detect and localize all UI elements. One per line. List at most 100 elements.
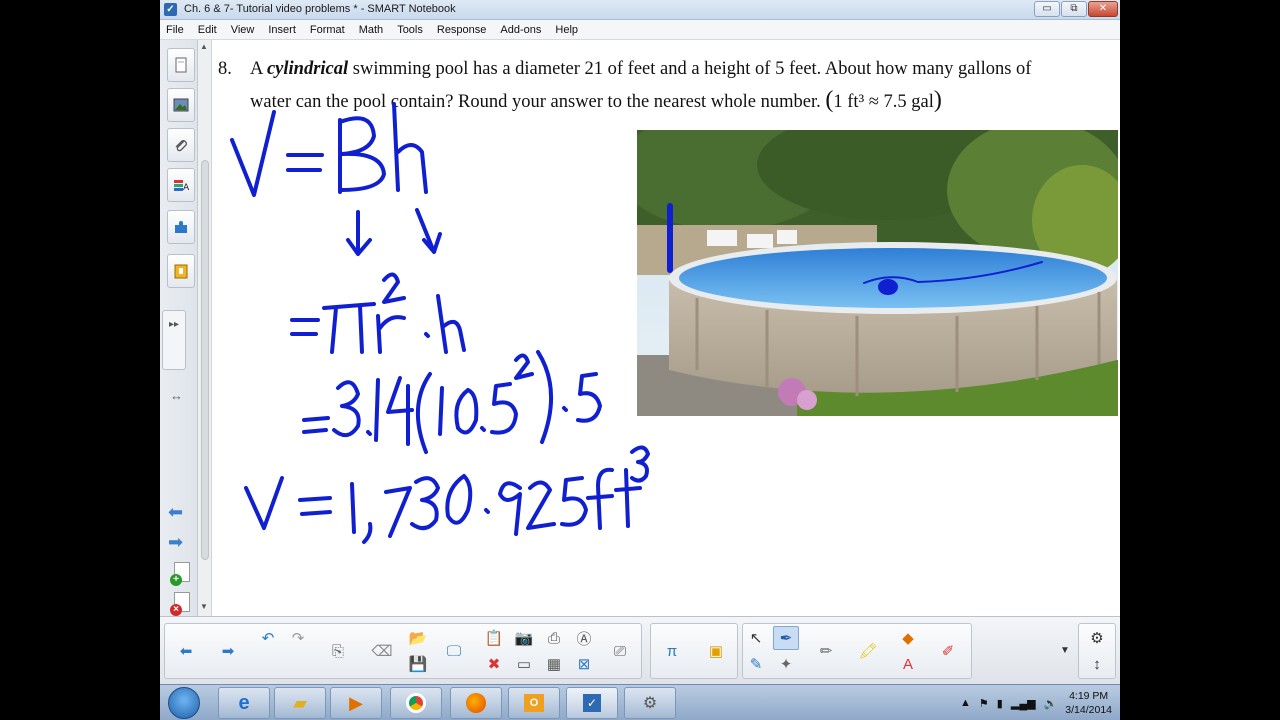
maximize-button[interactable]: ⧉ [1061, 1, 1087, 17]
camera-icon[interactable]: 📷 [511, 626, 537, 650]
next-page-arrow-icon[interactable]: ➡ [168, 532, 183, 553]
taskbar-outlook[interactable]: O [508, 687, 560, 719]
shapes-icon[interactable]: ◆ [895, 626, 921, 650]
previous-page-icon[interactable]: ⬅ [173, 639, 199, 663]
vertical-scrollbar[interactable]: ▲ ▼ [198, 40, 212, 616]
text-icon[interactable]: A [895, 652, 921, 676]
signal-icon[interactable]: ▂▄▆ [1011, 697, 1036, 710]
toolbar-group-tools: ↖ ✒ ✎ ✦ ✏ 🖍 ◆ A ✐ [742, 623, 972, 679]
sidebar-collapse-handle[interactable]: ▸▸ [162, 310, 186, 370]
save-icon[interactable]: 💾 [405, 652, 431, 676]
menu-insert[interactable]: Insert [268, 24, 296, 36]
menu-tools[interactable]: Tools [397, 24, 423, 36]
volume-icon[interactable]: 🔊 [1044, 697, 1058, 710]
swimming-pool-photo[interactable] [637, 130, 1118, 416]
scroll-thumb[interactable] [201, 160, 209, 560]
spelling-check-icon[interactable]: Ⓐ [571, 626, 597, 650]
menu-help[interactable]: Help [555, 24, 578, 36]
creative-pens-icon[interactable]: ✎ [743, 652, 769, 676]
question-emphasis: cylindrical [266, 59, 349, 79]
gear-icon[interactable]: ⚙ [1084, 626, 1110, 650]
scroll-down-arrow-icon[interactable]: ▼ [200, 602, 208, 611]
taskbar-file-explorer[interactable]: ▰ [274, 687, 326, 719]
document-camera-2-icon[interactable]: ⎚ [607, 639, 633, 663]
system-tray: ▲ ⚑ ▮ ▂▄▆ 🔊 4:19 PM 3/14/2014 [960, 685, 1112, 720]
fill-icon[interactable]: ✐ [935, 639, 961, 663]
ink-decimal-2 [480, 426, 486, 432]
network-icon[interactable]: ▮ [997, 697, 1003, 710]
ink-superscript-2 [382, 272, 406, 304]
add-ons-button[interactable] [167, 210, 195, 244]
taskbar-chrome[interactable] [390, 687, 442, 719]
delete-icon[interactable]: ✖ [481, 652, 507, 676]
previous-page-arrow-icon[interactable]: ⬅ [168, 502, 183, 523]
taskbar-smart-notebook[interactable]: ✓ [566, 687, 618, 719]
scroll-up-arrow-icon[interactable]: ▲ [200, 42, 208, 51]
redo-icon[interactable]: ↷ [285, 626, 311, 650]
open-file-icon[interactable]: 📂 [405, 626, 431, 650]
math-pi-icon[interactable]: π [659, 639, 685, 663]
magic-pen-icon[interactable]: ✦ [773, 652, 799, 676]
full-screen-icon[interactable]: ⊠ [571, 652, 597, 676]
clock[interactable]: 4:19 PM 3/14/2014 [1065, 689, 1112, 717]
next-page-icon[interactable]: ➡ [215, 639, 241, 663]
ink-dot [424, 332, 430, 338]
close-button[interactable]: ✕ [1088, 1, 1118, 17]
minimize-button[interactable]: ▭ [1034, 1, 1060, 17]
show-hidden-icons-icon[interactable]: ▲ [960, 697, 971, 709]
pen-icon[interactable]: ✒ [773, 626, 799, 650]
move-toolbar-icon[interactable]: ↕ [1084, 652, 1110, 676]
highlighter-icon[interactable]: 🖍 [855, 639, 881, 663]
undo-icon[interactable]: ↶ [255, 626, 281, 650]
menu-add-ons[interactable]: Add-ons [500, 24, 541, 36]
menu-format[interactable]: Format [310, 24, 345, 36]
gallery-button[interactable] [167, 88, 195, 122]
display-screen-icon[interactable]: 🖵 [441, 639, 467, 663]
screen-capture-icon[interactable]: ⎘ [325, 639, 351, 663]
response-button[interactable] [167, 254, 195, 288]
folder-icon: ▰ [293, 692, 307, 713]
menu-edit[interactable]: Edit [198, 24, 217, 36]
properties-button[interactable]: A [167, 168, 195, 202]
menu-view[interactable]: View [231, 24, 255, 36]
taskbar-media-player[interactable]: ▶ [330, 687, 382, 719]
ink-paren-close [536, 350, 553, 444]
smart-notebook-window: ✓ Ch. 6 & 7- Tutorial video problems * -… [160, 0, 1120, 720]
paperclip-icon [175, 140, 187, 152]
flag-icon[interactable]: ⚑ [979, 697, 989, 710]
ink-1c [350, 482, 356, 534]
add-page-icon[interactable]: + [170, 562, 190, 586]
toolbar-more-dropdown-icon[interactable]: ▼ [1052, 638, 1078, 662]
smart-notebook-app-icon: ✓ [164, 3, 177, 16]
pool-image [637, 130, 1118, 416]
notebook-page[interactable]: 8. A cylindrical swimming pool has a diam… [212, 40, 1120, 616]
document-camera-icon[interactable]: ⎙ [541, 626, 567, 650]
ink-v-2 [244, 476, 284, 530]
ink-9 [498, 481, 522, 536]
ink-4 [386, 376, 414, 446]
taskbar-firefox[interactable] [450, 687, 502, 719]
ink-0 [454, 388, 479, 435]
delete-page-icon[interactable]: × [170, 592, 190, 616]
menu-file[interactable]: File [166, 24, 184, 36]
ink-r [376, 314, 406, 354]
taskbar-smart-tools[interactable]: ⚙ [624, 687, 676, 719]
table-icon[interactable]: ▦ [541, 652, 567, 676]
ink-pi [322, 302, 376, 354]
resize-arrows-icon[interactable]: ↔ [170, 388, 183, 403]
taskbar-internet-explorer[interactable]: e [218, 687, 270, 719]
paste-icon[interactable]: 📋 [481, 626, 507, 650]
eraser-pen-icon[interactable]: ✏ [813, 639, 839, 663]
bottom-toolbar: ⬅ ➡ ↶ ↷ ⎘ ⌫ 📂 💾 🖵 📋 ✖ 📷 ▭ ⎙ ▦ Ⓐ ⊠ ⎚ π ▣ … [160, 616, 1120, 684]
response-clipboard-icon[interactable]: ▣ [703, 639, 729, 663]
menu-response[interactable]: Response [437, 24, 487, 36]
page-sorter-button[interactable] [167, 48, 195, 82]
select-pointer-icon[interactable]: ↖ [743, 626, 769, 650]
clear-ink-icon[interactable]: ⌫ [369, 639, 395, 663]
start-button[interactable] [168, 687, 200, 719]
internet-explorer-icon: e [238, 691, 250, 714]
screen-shade-icon[interactable]: ▭ [511, 652, 537, 676]
attachments-button[interactable] [167, 128, 195, 162]
ink-equals-2 [290, 318, 320, 336]
menu-math[interactable]: Math [359, 24, 383, 36]
